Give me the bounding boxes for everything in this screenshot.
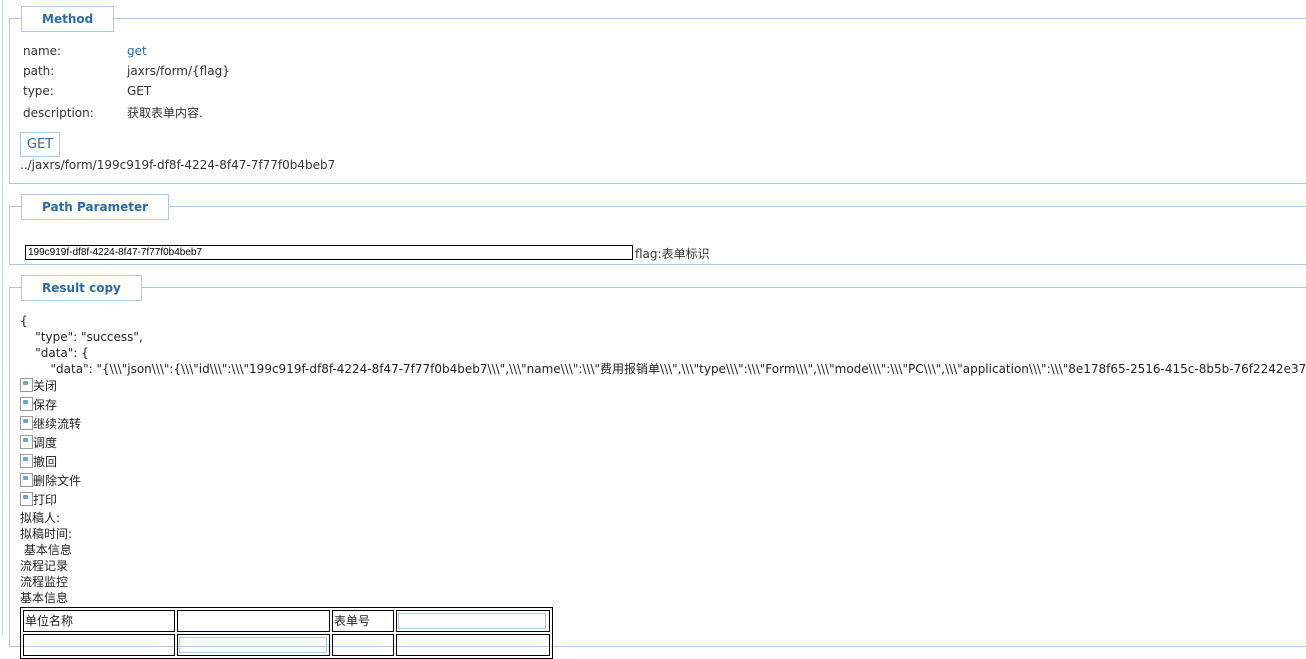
basic-info-heading: 基本信息 — [20, 591, 69, 605]
broken-image-icon — [20, 435, 33, 449]
basic-info-tab[interactable]: 基本信息 — [20, 542, 1306, 558]
method-section: Method name: get path: jaxrs/form/{flag} t… — [9, 6, 1306, 184]
table-cell — [23, 634, 175, 656]
path-parameter-section: Path Parameter 199c919f-df8f-4224-8f47-7… — [9, 194, 1306, 265]
dispatch-action[interactable]: 调度 — [20, 434, 1306, 453]
broken-image-icon — [20, 397, 33, 411]
delete-file-action[interactable]: 删除文件 — [20, 472, 1306, 491]
flow-monitor-tab[interactable]: 流程监控 — [20, 574, 1306, 590]
print-action[interactable]: 打印 — [20, 491, 1306, 510]
table-row: 单位名称 表单号 — [23, 610, 550, 632]
result-legend[interactable]: Result copy — [21, 275, 142, 301]
table-row — [23, 634, 550, 656]
type-value: GET — [127, 84, 152, 98]
broken-image-icon — [20, 492, 33, 506]
broken-image-icon — [20, 416, 33, 430]
path-value: jaxrs/form/{flag} — [127, 64, 230, 78]
unit-name-label: 单位名称 — [23, 610, 175, 632]
description-row: description: 获取表单内容. — [23, 104, 203, 121]
broken-image-icon — [20, 378, 33, 392]
result-section: Result copy { "type": "success", "data":… — [9, 275, 1306, 659]
path-row: path: jaxrs/form/{flag} — [23, 64, 230, 78]
form-table: 单位名称 表单号 — [20, 607, 553, 659]
name-value: get — [127, 44, 147, 58]
json-line: "type": "success", — [20, 330, 143, 344]
close-action[interactable]: 关闭 — [20, 377, 1306, 396]
unit-name-cell — [177, 610, 330, 632]
json-line: "data": { — [20, 346, 89, 360]
get-button[interactable]: GET — [20, 132, 60, 157]
flag-description: flag:表单标识 — [635, 247, 710, 261]
path-key: path: — [23, 64, 55, 78]
type-row: type: GET — [23, 84, 151, 98]
withdraw-action[interactable]: 撤回 — [20, 453, 1306, 472]
table-cell — [332, 634, 394, 656]
path-parameter-legend: Path Parameter — [21, 194, 170, 220]
type-key: type: — [23, 84, 54, 98]
description-value: 获取表单内容. — [127, 106, 203, 120]
left-border-rule — [2, 0, 3, 635]
table-cell — [177, 634, 330, 656]
draft-time-label: 拟稿时间: — [20, 527, 73, 541]
drafter-label: 拟稿人: — [20, 511, 61, 525]
form-no-label: 表单号 — [332, 610, 394, 632]
broken-image-icon — [20, 454, 33, 468]
description-key: description: — [23, 106, 94, 120]
table-cell — [396, 634, 550, 656]
form-no-cell — [396, 610, 550, 632]
save-action[interactable]: 保存 — [20, 396, 1306, 415]
broken-image-icon — [20, 473, 33, 487]
continue-flow-action[interactable]: 继续流转 — [20, 415, 1306, 434]
result-body: { "type": "success", "data": { "data": "… — [20, 313, 1306, 659]
form-no-input[interactable] — [398, 613, 546, 630]
name-row: name: get — [23, 44, 147, 58]
flow-record-tab[interactable]: 流程记录 — [20, 558, 1306, 574]
request-url: ../jaxrs/form/199c919f-df8f-4224-8f47-7f… — [20, 158, 336, 172]
flag-input[interactable]: 199c919f-df8f-4224-8f47-7f77f0b4beb7 — [25, 245, 633, 260]
method-legend: Method — [21, 6, 115, 32]
table-cell-input[interactable] — [179, 637, 327, 654]
json-line: "data": "{\\\"json\\\":{\\\"id\\\":\\\"1… — [20, 362, 1306, 376]
name-key: name: — [23, 44, 62, 58]
json-line: { — [20, 314, 28, 328]
